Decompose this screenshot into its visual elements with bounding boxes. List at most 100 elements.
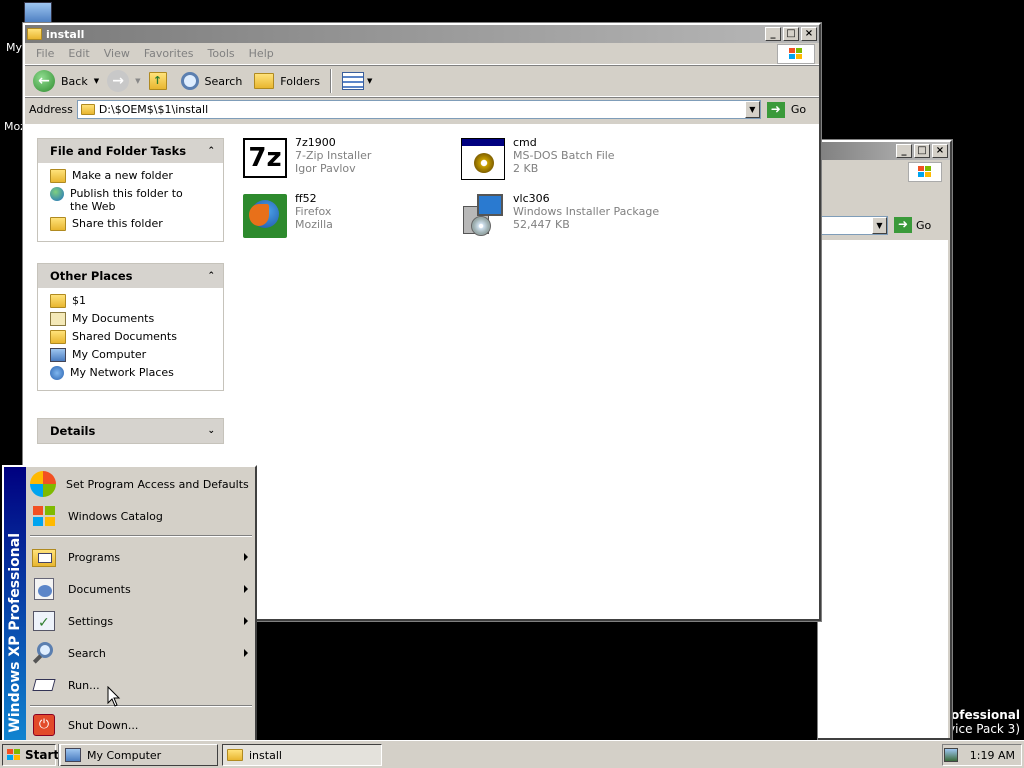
back-window-addressbar: ▼ ➜ Go	[818, 214, 950, 238]
menu-item-label: Programs	[68, 550, 121, 564]
mouse-cursor	[107, 685, 121, 711]
explorer-titlebar[interactable]: install _ □ ×	[25, 25, 819, 43]
back-go-button[interactable]: ➜ Go	[894, 217, 931, 233]
task-install[interactable]: install	[222, 744, 382, 766]
menu-item-windows-catalog[interactable]: Windows Catalog	[28, 501, 254, 531]
menu-item-run[interactable]: Run...	[28, 670, 254, 700]
file-item-ff52[interactable]: ff52 Firefox Mozilla	[241, 192, 451, 240]
menu-item-label: Documents	[68, 582, 131, 596]
link-label: Share this folder	[72, 217, 163, 230]
folders-button[interactable]: Folders	[250, 67, 324, 95]
window-title: install	[46, 27, 85, 41]
minimize-button[interactable]: _	[896, 144, 912, 158]
windows-catalog-icon	[30, 502, 58, 530]
back-button[interactable]: ← Back ▼	[29, 67, 103, 95]
menu-item-label: Search	[68, 646, 106, 660]
collapse-chevron-icon[interactable]: ⌃	[207, 271, 215, 281]
place-shared-documents[interactable]: Shared Documents	[50, 330, 223, 344]
maximize-button[interactable]: □	[783, 27, 799, 41]
menu-help[interactable]: Help	[242, 47, 281, 60]
back-window[interactable]: _ □ × ▼ ➜ Go	[817, 139, 953, 741]
place-my-computer[interactable]: My Computer	[50, 348, 223, 362]
start-button[interactable]: Start	[2, 744, 59, 766]
taskbar: Start My Computer install 1:19 AM	[0, 740, 1024, 768]
views-button[interactable]: ▼	[338, 67, 376, 95]
maximize-button[interactable]: □	[914, 144, 930, 158]
menu-item-programs[interactable]: Programs	[28, 542, 254, 572]
menu-file[interactable]: File	[29, 47, 61, 60]
go-arrow-icon: ➜	[894, 217, 912, 233]
toolbar-separator	[330, 69, 333, 93]
back-window-titlebar[interactable]: _ □ ×	[818, 142, 950, 160]
menu-item-settings[interactable]: ✓ Settings	[28, 606, 254, 636]
file-company: Mozilla	[295, 218, 333, 231]
menu-edit[interactable]: Edit	[61, 47, 96, 60]
pane-header[interactable]: File and Folder Tasks ⌃	[38, 139, 223, 163]
menu-view[interactable]: View	[97, 47, 137, 60]
menu-item-label: Settings	[68, 614, 114, 628]
menu-favorites[interactable]: Favorites	[137, 47, 201, 60]
place-my-documents[interactable]: My Documents	[50, 312, 223, 326]
file-size: 52,447 KB	[513, 218, 570, 231]
firefox-icon	[241, 192, 289, 240]
forward-dropdown-icon[interactable]: ▼	[135, 77, 140, 85]
publish-web-link[interactable]: Publish this folder to the Web	[50, 187, 223, 213]
back-dropdown-icon[interactable]: ▼	[94, 77, 99, 85]
link-label: My Documents	[72, 312, 155, 325]
my-computer-icon	[50, 348, 66, 362]
file-item-cmd[interactable]: cmd MS-DOS Batch File 2 KB	[459, 136, 669, 184]
place-my-network-places[interactable]: My Network Places	[50, 366, 223, 380]
file-company: Igor Pavlov	[295, 162, 356, 175]
menu-tools[interactable]: Tools	[201, 47, 242, 60]
menu-separator	[30, 535, 252, 537]
search-button[interactable]: Search	[177, 67, 247, 95]
go-button[interactable]: ➜ Go	[766, 101, 806, 118]
file-name: ff52	[295, 192, 317, 205]
views-dropdown-icon[interactable]: ▼	[367, 77, 372, 85]
menu-item-label: Run...	[68, 678, 100, 692]
shutdown-icon: ⏻	[30, 711, 58, 739]
close-button[interactable]: ×	[932, 144, 948, 158]
submenu-arrow-icon	[244, 617, 248, 625]
address-dropdown-button[interactable]: ▼	[744, 101, 760, 118]
expand-chevron-icon[interactable]: ⌄	[207, 426, 215, 436]
address-field[interactable]: D:\$OEM$\$1\install ▼	[76, 100, 761, 119]
go-arrow-icon: ➜	[766, 101, 785, 118]
close-button[interactable]: ×	[801, 27, 817, 41]
address-dropdown-button[interactable]: ▼	[872, 217, 887, 234]
menu-item-documents[interactable]: Documents	[28, 574, 254, 604]
link-label: Publish this folder to the Web	[70, 187, 183, 213]
start-menu-banner: Windows XP Professional	[4, 467, 26, 741]
back-label: Back	[61, 74, 88, 88]
file-type: 7-Zip Installer	[295, 149, 372, 162]
folders-icon	[254, 73, 275, 89]
task-my-computer[interactable]: My Computer	[60, 744, 218, 766]
up-folder-button[interactable]: ↑	[145, 67, 171, 95]
file-name: vlc306	[513, 192, 550, 205]
menu-item-set-program-access[interactable]: Set Program Access and Defaults	[28, 469, 254, 499]
pane-header[interactable]: Other Places ⌃	[38, 264, 223, 288]
file-name: cmd	[513, 136, 537, 149]
menu-item-shut-down[interactable]: ⏻ Shut Down...	[28, 710, 254, 740]
start-menu: Windows XP Professional Set Program Acce…	[2, 465, 257, 743]
programs-icon	[30, 543, 58, 571]
submenu-arrow-icon	[244, 585, 248, 593]
file-item-7z1900[interactable]: 7z 7z1900 7-Zip Installer Igor Pavlov	[241, 136, 451, 184]
forward-button[interactable]: → ▼	[103, 67, 144, 95]
collapse-chevron-icon[interactable]: ⌃	[207, 146, 215, 156]
place-dollar1[interactable]: $1	[50, 294, 223, 308]
share-folder-link[interactable]: Share this folder	[50, 217, 223, 231]
menu-item-search[interactable]: Search	[28, 638, 254, 668]
clock[interactable]: 1:19 AM	[970, 749, 1015, 762]
back-address-field[interactable]: ▼	[818, 216, 888, 235]
program-access-icon	[30, 471, 56, 497]
file-item-vlc306[interactable]: vlc306 Windows Installer Package 52,447 …	[459, 192, 669, 240]
minimize-button[interactable]: _	[765, 27, 781, 41]
windows-logo-icon	[777, 44, 815, 64]
make-new-folder-link[interactable]: Make a new folder	[50, 169, 223, 183]
pane-header[interactable]: Details ⌄	[38, 419, 223, 443]
network-tray-icon[interactable]	[943, 748, 958, 762]
documents-icon	[30, 575, 58, 603]
address-bar: Address D:\$OEM$\$1\install ▼ ➜ Go	[25, 97, 819, 121]
new-folder-icon	[50, 169, 66, 183]
